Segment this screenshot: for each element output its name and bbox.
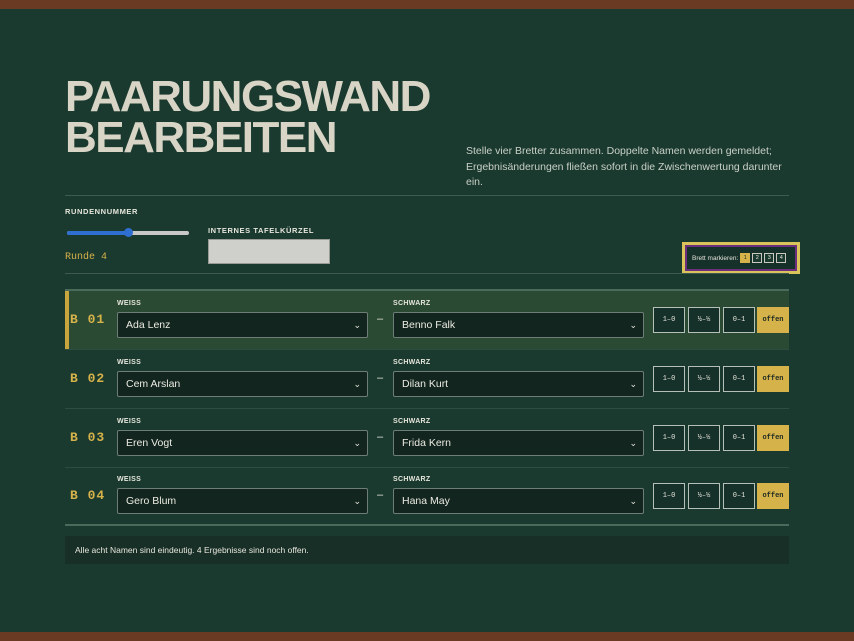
chevron-down-icon: ⌄ xyxy=(353,438,361,448)
white-label: WEISS xyxy=(117,359,142,366)
black-player-name: Frida Kern xyxy=(402,437,452,449)
result-button-2[interactable]: ½–½ xyxy=(688,366,720,392)
intro-text: Stelle vier Bretter zusammen. Doppelte N… xyxy=(466,145,782,188)
pairing-dash: – xyxy=(377,431,384,443)
board-row-4: B 04 WEISS Gero Blum ⌄ – SCHWARZ Hana May ⌄ 1–0 ½… xyxy=(65,467,789,525)
black-player-select[interactable]: Benno Falk ⌄ xyxy=(393,312,644,338)
round-slider-fill xyxy=(67,231,128,235)
white-label: WEISS xyxy=(117,418,142,425)
board-label: B 03 xyxy=(70,430,106,445)
chevron-down-icon: ⌄ xyxy=(353,320,361,330)
board-marker-button-1[interactable]: 1 xyxy=(740,253,751,263)
white-player-name: Gero Blum xyxy=(126,495,177,507)
white-player-select[interactable]: Eren Vogt ⌄ xyxy=(117,430,368,456)
result-button-1[interactable]: 1–0 xyxy=(653,425,685,451)
black-label: SCHWARZ xyxy=(393,359,431,366)
black-player-name: Benno Falk xyxy=(402,319,456,331)
black-label: SCHWARZ xyxy=(393,418,431,425)
chevron-down-icon: ⌄ xyxy=(629,438,637,448)
round-slider[interactable] xyxy=(67,228,189,237)
result-button-3[interactable]: 0–1 xyxy=(723,307,755,333)
result-button-1[interactable]: 1–0 xyxy=(653,483,685,509)
result-button-2[interactable]: ½–½ xyxy=(688,483,720,509)
result-button-3[interactable]: 0–1 xyxy=(723,366,755,392)
black-label: SCHWARZ xyxy=(393,476,431,483)
chevron-down-icon: ⌄ xyxy=(353,496,361,506)
board-label: B 04 xyxy=(70,488,106,503)
chevron-down-icon: ⌄ xyxy=(629,320,637,330)
kuerzel-input[interactable] xyxy=(208,239,330,264)
white-player-name: Ada Lenz xyxy=(126,319,171,331)
round-value-text: Runde 4 xyxy=(65,252,108,263)
result-button-3[interactable]: 0–1 xyxy=(723,425,755,451)
result-button-4[interactable]: offen xyxy=(757,483,789,509)
bottom-border-bar xyxy=(0,632,854,641)
board-marker-label: Brett markieren: xyxy=(692,254,739,262)
board-row-3: B 03 WEISS Eren Vogt ⌄ – SCHWARZ Frida Kern ⌄ 1–… xyxy=(65,409,789,467)
black-player-select[interactable]: Hana May ⌄ xyxy=(393,488,644,514)
result-button-2[interactable]: ½–½ xyxy=(688,307,720,333)
white-player-name: Cem Arslan xyxy=(126,378,181,390)
board-label: B 01 xyxy=(70,312,106,327)
chevron-down-icon: ⌄ xyxy=(629,379,637,389)
white-player-select[interactable]: Cem Arslan ⌄ xyxy=(117,371,368,397)
board-marker-button-2[interactable]: 2 xyxy=(752,253,763,263)
black-player-name: Hana May xyxy=(402,495,450,507)
pairing-dash: – xyxy=(377,372,384,384)
result-button-1[interactable]: 1–0 xyxy=(653,307,685,333)
chevron-down-icon: ⌄ xyxy=(353,379,361,389)
result-button-4[interactable]: offen xyxy=(757,366,789,392)
round-slider-thumb[interactable] xyxy=(124,228,133,237)
white-player-select[interactable]: Ada Lenz ⌄ xyxy=(117,312,368,338)
pairing-dash: – xyxy=(377,489,384,501)
result-button-4[interactable]: offen xyxy=(757,425,789,451)
board-label: B 02 xyxy=(70,371,106,386)
result-button-1[interactable]: 1–0 xyxy=(653,366,685,392)
page-title-line-2: BEARBEITEN xyxy=(65,113,338,162)
result-button-2[interactable]: ½–½ xyxy=(688,425,720,451)
chevron-down-icon: ⌄ xyxy=(629,496,637,506)
white-player-name: Eren Vogt xyxy=(126,437,173,449)
board-marker-inner: Brett markieren: 1234 xyxy=(687,247,795,269)
status-message: Alle acht Namen sind eindeutig. 4 Ergebn… xyxy=(65,536,789,564)
board-marker-button-4[interactable]: 4 xyxy=(776,253,787,263)
white-label: WEISS xyxy=(117,476,142,483)
divider xyxy=(65,195,789,196)
boards-bottom-rule xyxy=(65,524,789,526)
kuerzel-label: INTERNES TAFELKÜRZEL xyxy=(208,226,315,235)
black-label: SCHWARZ xyxy=(393,300,431,307)
white-player-select[interactable]: Gero Blum ⌄ xyxy=(117,488,368,514)
black-player-select[interactable]: Frida Kern ⌄ xyxy=(393,430,644,456)
result-button-3[interactable]: 0–1 xyxy=(723,483,755,509)
pairing-dash: – xyxy=(377,313,384,325)
black-player-select[interactable]: Dilan Kurt ⌄ xyxy=(393,371,644,397)
round-label: RUNDENNUMMER xyxy=(65,207,139,216)
black-player-name: Dilan Kurt xyxy=(402,378,449,390)
top-border-bar xyxy=(0,0,854,9)
page-title: PAARUNGSWAND BEARBEITEN xyxy=(65,75,431,160)
board-marker-button-3[interactable]: 3 xyxy=(764,253,775,263)
white-label: WEISS xyxy=(117,300,142,307)
result-button-4[interactable]: offen xyxy=(757,307,789,333)
board-row-1: B 01 WEISS Ada Lenz ⌄ – SCHWARZ Benno Falk ⌄ 1–0… xyxy=(65,291,789,349)
board-marker-panel: Brett markieren: 1234 xyxy=(682,242,800,274)
divider xyxy=(65,273,789,274)
board-row-2: B 02 WEISS Cem Arslan ⌄ – SCHWARZ Dilan Kurt ⌄ 1… xyxy=(65,350,789,408)
